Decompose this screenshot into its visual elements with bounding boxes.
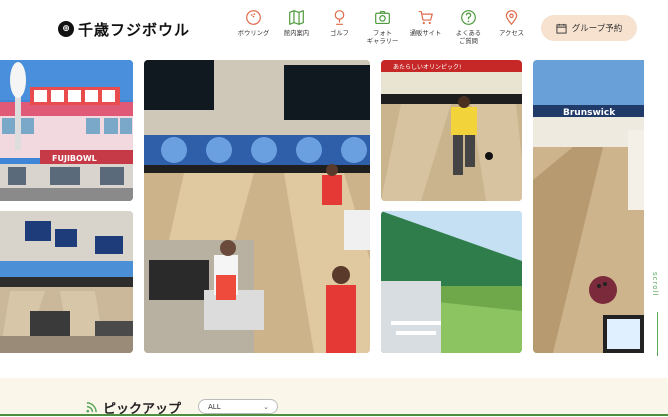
photo-kids-bowling[interactable] xyxy=(144,60,370,353)
brand-text: Brunswick xyxy=(563,108,616,118)
camera-icon xyxy=(375,10,390,25)
map-icon xyxy=(289,10,304,25)
nav-item-golf[interactable]: ゴルフ xyxy=(318,9,361,46)
map-pin-icon xyxy=(505,10,518,26)
nav-item-faq[interactable]: よくある ご質問 xyxy=(447,9,490,46)
question-icon xyxy=(461,10,476,25)
golf-icon xyxy=(334,10,345,25)
nav-label: よくある ご質問 xyxy=(455,30,482,45)
chevron-down-icon: ⌄ xyxy=(263,403,269,411)
pickup-filter-value: ALL xyxy=(208,402,221,411)
nav-label: フォト ギャラリー xyxy=(366,30,399,45)
nav-item-facility[interactable]: 館内案内 xyxy=(275,9,318,46)
bowling-ball-icon xyxy=(246,10,261,25)
calendar-icon xyxy=(556,23,567,34)
nav-label: ゴルフ xyxy=(330,30,349,37)
nav-label: 通販サイト xyxy=(409,30,442,37)
nav-label: ボウリング xyxy=(237,30,270,37)
nav-item-gallery[interactable]: フォト ギャラリー xyxy=(361,9,404,46)
nav-item-shop[interactable]: 通販サイト xyxy=(404,9,447,46)
banner-text: あたらしいオリンピック! xyxy=(393,64,461,71)
scroll-line xyxy=(657,312,658,356)
photo-ball-closeup[interactable]: Brunswick xyxy=(533,60,644,353)
photo-golf-range[interactable] xyxy=(381,211,522,353)
photo-man-bowling[interactable]: あたらしいオリンピック! xyxy=(381,60,522,201)
site-header: ⊕ 千歳フジボウル ボウリング 館内案内 ゴルフ フォト ギャラリー 通販サイト… xyxy=(0,0,668,58)
logo-text: 千歳フジボウル xyxy=(78,20,191,39)
nav-item-access[interactable]: アクセス xyxy=(490,9,533,46)
main-nav: ボウリング 館内案内 ゴルフ フォト ギャラリー 通販サイト よくある ご質問 … xyxy=(232,9,533,46)
nav-item-bowling[interactable]: ボウリング xyxy=(232,9,275,46)
building-sign-text: FUJIBOWL xyxy=(52,154,97,163)
nav-label: 館内案内 xyxy=(283,30,310,37)
logo-mark-icon: ⊕ xyxy=(58,21,74,37)
nav-label: アクセス xyxy=(499,30,524,37)
group-reservation-button[interactable]: グループ予約 xyxy=(541,15,637,41)
cart-icon xyxy=(418,10,433,25)
scroll-indicator[interactable]: scroll xyxy=(651,272,665,358)
photo-building-exterior[interactable]: FUJIBOWL xyxy=(0,60,133,201)
rss-icon xyxy=(86,402,97,413)
group-reservation-label: グループ予約 xyxy=(571,24,623,34)
pickup-filter-select[interactable]: ALL ⌄ xyxy=(198,399,278,414)
scroll-label: scroll xyxy=(651,272,659,297)
site-logo[interactable]: ⊕ 千歳フジボウル xyxy=(58,18,190,40)
photo-lanes-monitors[interactable] xyxy=(0,211,133,353)
